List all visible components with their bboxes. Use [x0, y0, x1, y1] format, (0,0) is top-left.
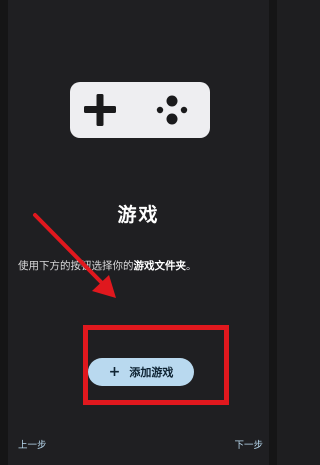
- previous-step-link[interactable]: 上一步: [18, 437, 47, 451]
- setup-screen: 游戏 使用下方的按钮选择你的游戏文件夹。 + 添加游戏 上一步 下一步: [0, 0, 277, 465]
- annotation-arrow: [33, 213, 116, 298]
- next-step-link[interactable]: 下一步: [234, 437, 263, 451]
- annotation-arrow-shaft: [33, 213, 104, 285]
